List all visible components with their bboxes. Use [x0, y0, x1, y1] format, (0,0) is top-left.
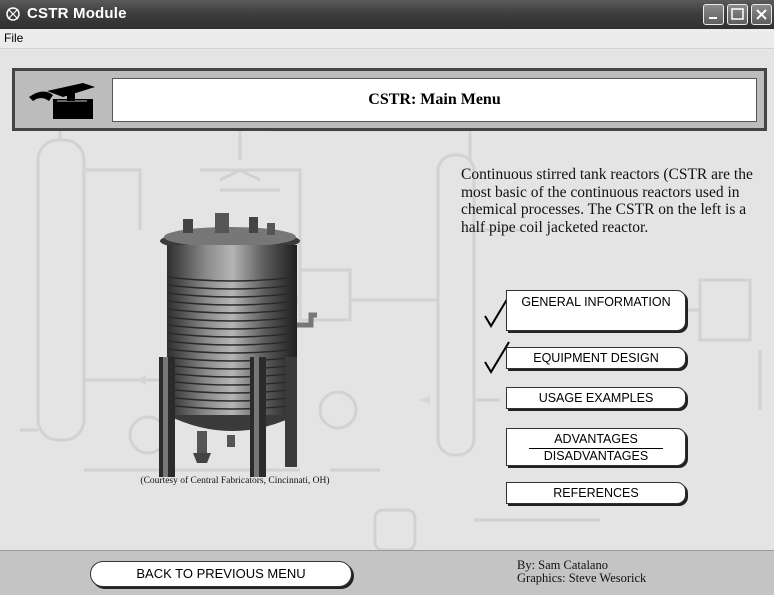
- page-title: CSTR: Main Menu: [368, 91, 501, 108]
- reactor-logo-icon: [29, 83, 95, 119]
- advantages-label: ADVANTAGES: [554, 432, 638, 446]
- back-to-previous-menu-button[interactable]: BACK TO PREVIOUS MENU: [90, 561, 352, 587]
- maximize-icon: [731, 8, 744, 20]
- header-panel: CSTR: Main Menu: [12, 68, 767, 131]
- usage-examples-label: USAGE EXAMPLES: [538, 391, 654, 405]
- references-button[interactable]: REFERENCES: [506, 482, 686, 504]
- footer-bar: BACK TO PREVIOUS MENU By: Sam Catalano G…: [0, 550, 774, 595]
- advantages-disadvantages-button[interactable]: ADVANTAGES DISADVANTAGES: [506, 428, 686, 466]
- general-information-label: GENERAL INFORMATION: [521, 295, 671, 309]
- header-title-box: CSTR: Main Menu: [112, 78, 757, 122]
- maximize-button[interactable]: [727, 4, 748, 25]
- close-icon: [756, 9, 767, 20]
- close-button[interactable]: [751, 4, 772, 25]
- minimize-button[interactable]: [703, 4, 724, 25]
- image-caption: (Courtesy of Central Fabricators, Cincin…: [140, 476, 330, 486]
- equipment-design-label: EQUIPMENT DESIGN: [533, 351, 659, 365]
- disadvantages-label: DISADVANTAGES: [543, 449, 649, 463]
- equipment-design-button[interactable]: EQUIPMENT DESIGN: [506, 347, 686, 369]
- graphics-credit: Graphics: Steve Wesorick: [517, 571, 647, 585]
- app-window: CSTR Module File CSTR: Main Menu (Courte…: [0, 0, 774, 595]
- references-label: REFERENCES: [553, 486, 639, 500]
- window-title: CSTR Module: [27, 5, 127, 22]
- menu-file[interactable]: File: [4, 31, 23, 45]
- title-bar[interactable]: CSTR Module: [0, 0, 774, 29]
- main-content: CSTR: Main Menu (Courtesy of Central Fab…: [0, 50, 774, 595]
- valve-icon: [6, 7, 20, 21]
- usage-examples-button[interactable]: USAGE EXAMPLES: [506, 387, 686, 409]
- credits: By: Sam Catalano Graphics: Steve Wesoric…: [517, 559, 646, 585]
- menu-bar: File: [0, 29, 774, 49]
- reactor-image: [159, 213, 317, 477]
- description-text: Continuous stirred tank reactors (CSTR a…: [461, 166, 753, 236]
- general-information-button[interactable]: GENERAL INFORMATION: [506, 290, 686, 331]
- minimize-icon: [709, 17, 717, 19]
